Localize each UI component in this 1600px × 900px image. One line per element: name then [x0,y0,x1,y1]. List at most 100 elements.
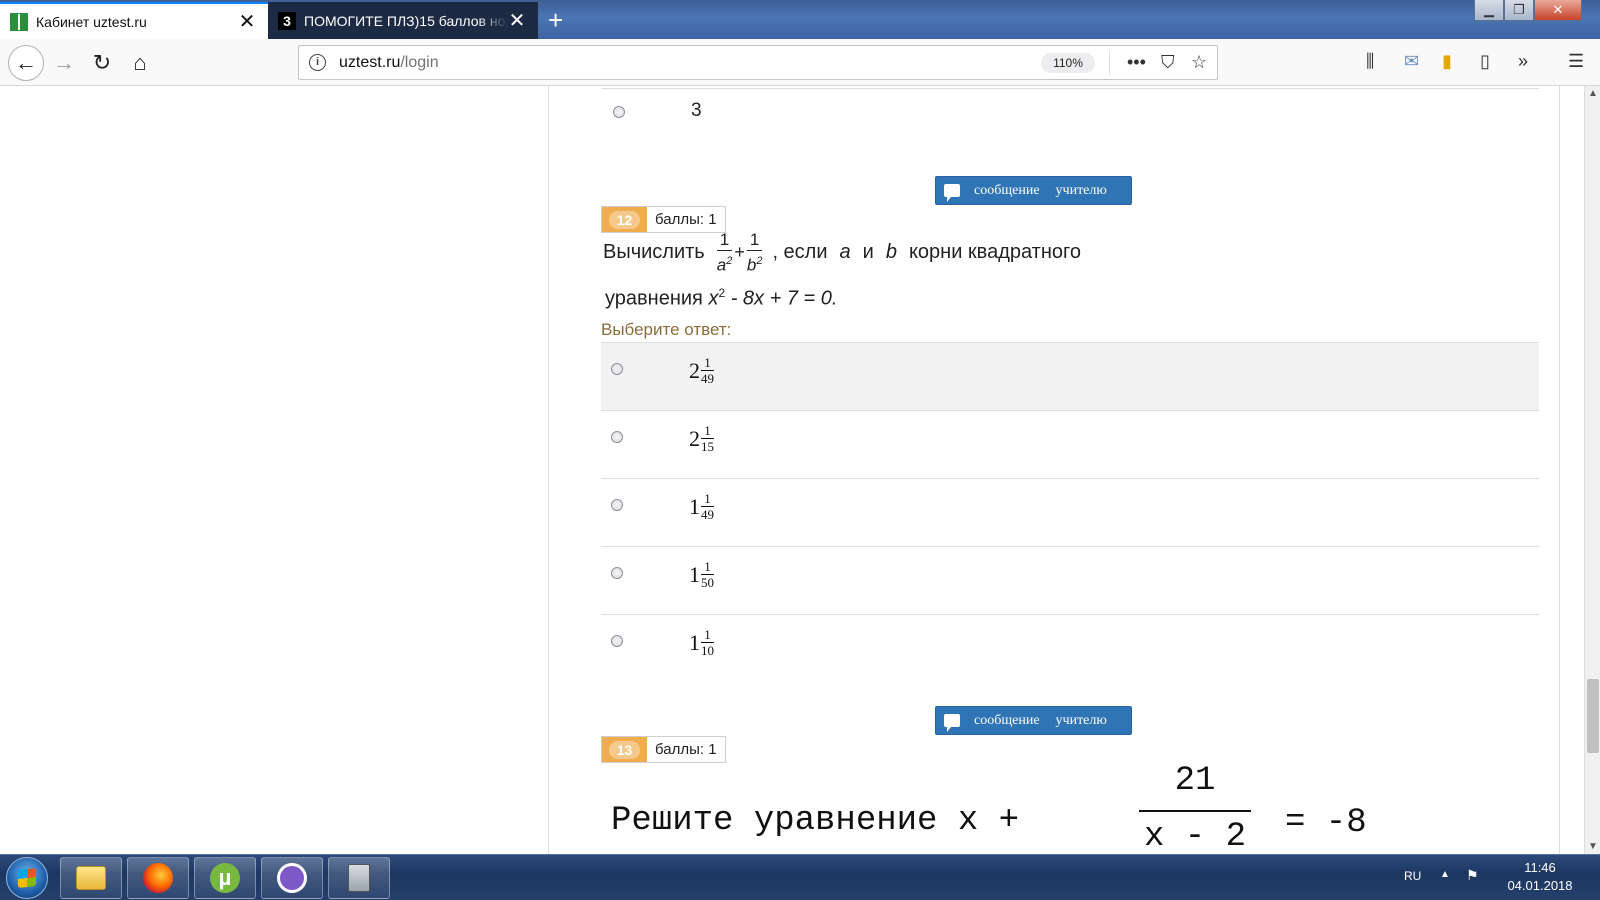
taskbar-firefox[interactable] [127,857,189,899]
question-text-part: и [862,241,874,264]
calculator-icon [348,864,370,892]
fraction-numerator: 1 [716,230,733,251]
uztest-favicon-icon [10,12,28,31]
page-scrollbar[interactable]: ▲ ▼ [1584,86,1600,854]
fraction-denominator: 49 [701,507,714,522]
mixed-fraction: 2 1 15 [689,423,714,454]
mail-icon[interactable]: ✉ [1404,51,1419,72]
question-equation-left: Решите уравнение x + [611,802,1020,840]
tab-uztest[interactable]: Кабинет uztest.ru ✕ [0,2,268,39]
home-icon[interactable]: ⌂ [124,47,156,79]
maximize-window-button[interactable]: ❐ [1504,0,1534,21]
page-viewport: 3 сообщение учителю 12 баллы: 1 Вычислит… [0,86,1584,854]
variable: b [885,241,897,264]
tab-bar: Кабинет uztest.ru ✕ 3 ПОМОГИТЕ ПЛЗ)15 ба… [0,0,1600,39]
bookmark-star-icon[interactable]: ☆ [1191,52,1207,73]
answer-radio[interactable] [611,499,623,511]
close-tab-icon[interactable]: ✕ [238,12,256,32]
library-icon[interactable]: ⫼ [1366,51,1374,72]
close-window-button[interactable]: ✕ [1534,0,1582,21]
question-header: 13 баллы: 1 [601,736,726,763]
fraction-numerator: 21 [1174,762,1216,800]
question-text-part: корни квадратного [908,241,1081,264]
answer-option[interactable]: 2 1 49 [601,342,1539,410]
answer-radio[interactable] [611,635,623,647]
fraction-denominator: 50 [701,575,714,590]
test-content: 3 сообщение учителю 12 баллы: 1 Вычислит… [548,86,1560,854]
message-button-label: учителю [1055,712,1107,728]
answer-option[interactable]: 1 1 49 [601,478,1539,546]
zoom-indicator[interactable]: 110% [1041,53,1095,73]
comment-icon [944,184,960,202]
nav-toolbar: ← → ↻ ⌂ i uztest.ru/login 110% ••• ⛉ ☆ ⫼… [0,39,1600,86]
fraction-numerator: 1 [701,559,714,575]
minimize-window-button[interactable]: ▁ [1474,0,1504,21]
message-teacher-button[interactable]: сообщение учителю [935,176,1132,205]
fraction-numerator: 1 [701,423,714,439]
scroll-up-icon[interactable]: ▲ [1588,88,1598,99]
whole-part: 1 [689,493,700,519]
url-text[interactable]: uztest.ru/login [339,54,439,72]
equation-text: - 8x + 7 = 0. [730,287,838,310]
taskbar-calculator[interactable] [328,857,390,899]
utorrent-icon: µ [210,863,240,893]
pocket-icon[interactable]: ⛉ [1161,52,1175,73]
answer-radio[interactable] [613,106,625,118]
answer-option[interactable]: 1 1 10 [601,614,1539,682]
answer-option[interactable]: 1 1 50 [601,546,1539,614]
windows-taskbar: µ RU ▲ ⚑ 11:46 04.01.2018 [0,854,1600,900]
whole-part: 2 [689,357,700,383]
answer-radio[interactable] [611,363,623,375]
fraction-denominator: b [746,255,757,275]
choose-answer-label: Выберите ответ: [601,320,732,339]
action-center-flag-icon[interactable]: ⚑ [1466,867,1479,884]
comment-icon [944,714,960,732]
fraction-denominator: 49 [701,371,714,386]
sidebar-icon[interactable]: ▯ [1480,51,1490,72]
extension-flag-icon[interactable]: ▮ [1442,51,1452,72]
folder-icon [76,866,106,890]
taskbar-utorrent[interactable]: µ [194,857,256,899]
url-bar[interactable]: i uztest.ru/login 110% ••• ⛉ ☆ [298,45,1218,80]
overflow-chevron-icon[interactable]: » [1518,51,1528,72]
fraction-numerator: 1 [746,230,763,251]
page-actions-icon[interactable]: ••• [1127,52,1146,73]
clock[interactable]: 11:46 04.01.2018 [1500,859,1580,895]
question-text-line2: уравнения x2 - 8x + 7 = 0. [605,286,837,311]
question-number: 12 [608,210,641,229]
scroll-down-icon[interactable]: ▼ [1588,841,1598,852]
viber-icon [277,863,307,893]
question-equation-right: = -8 [1285,804,1367,842]
mixed-fraction: 2 1 49 [689,355,714,386]
mixed-fraction: 1 1 10 [689,627,714,658]
fraction: 1 b2 [746,230,763,276]
taskbar-explorer[interactable] [60,857,122,899]
question-text: Вычислить 1 a2 + 1 b2 , если a и b корни… [603,230,1081,276]
fraction-numerator: 1 [701,355,714,371]
answer-text: 3 [691,100,702,121]
tab-znanija[interactable]: 3 ПОМОГИТЕ ПЛЗ)15 баллов нормально ✕ [268,2,538,39]
whole-part: 2 [689,425,700,451]
exponent: 2 [756,255,763,267]
answer-option[interactable]: 2 1 15 [601,410,1539,478]
forward-arrow-icon[interactable]: → [48,47,80,79]
reload-icon[interactable]: ↻ [86,47,118,79]
whole-part: 1 [689,561,700,587]
message-teacher-button[interactable]: сообщение учителю [935,706,1132,735]
answer-radio[interactable] [611,567,623,579]
whole-part: 1 [689,629,700,655]
menu-hamburger-icon[interactable]: ☰ [1568,51,1584,72]
question-number-badge: 13 [602,737,647,762]
url-divider [1109,51,1110,75]
start-button[interactable] [6,857,48,899]
close-tab-icon[interactable]: ✕ [508,11,526,31]
taskbar-viber[interactable] [261,857,323,899]
language-indicator[interactable]: RU [1404,869,1421,883]
back-arrow-icon[interactable]: ← [8,45,44,81]
message-button-label: сообщение [974,712,1040,728]
new-tab-icon[interactable]: + [548,6,563,34]
site-info-icon[interactable]: i [309,54,326,71]
scroll-thumb[interactable] [1587,679,1599,753]
show-hidden-icons-icon[interactable]: ▲ [1440,869,1450,880]
answer-radio[interactable] [611,431,623,443]
